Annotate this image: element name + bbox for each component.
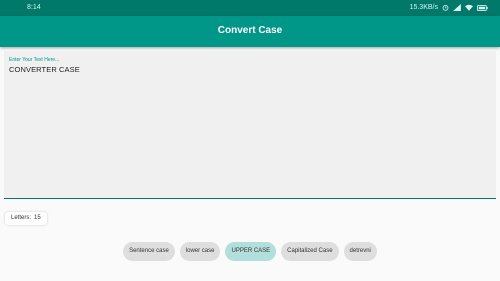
status-bar: 8:14 15.3KB/s (0, 0, 500, 16)
letter-counter-value: 15 (34, 215, 41, 221)
signal-icon (453, 4, 461, 11)
network-speed: 15.3KB/s (409, 4, 438, 11)
lower-case-button[interactable]: lower case (179, 242, 221, 261)
letter-counter: Letters: 15 (5, 212, 47, 225)
battery-icon (477, 4, 488, 11)
inverse-case-button[interactable]: detrevni (343, 242, 377, 261)
capitalized-case-button[interactable]: Capitalized Case (281, 242, 339, 261)
letter-counter-label: Letters: (11, 215, 32, 221)
case-buttons: Sentence case lower case UPPER CASE Capi… (0, 242, 500, 261)
sentence-case-button[interactable]: Sentence case (123, 242, 175, 261)
app-bar: Convert Case (0, 16, 500, 47)
alarm-icon (442, 4, 449, 11)
text-input-field[interactable]: Enter Your Text Here... CONVERTER CASE (4, 51, 496, 199)
text-input-hint: Enter Your Text Here... (9, 57, 60, 63)
text-input-value[interactable]: CONVERTER CASE (9, 65, 80, 74)
status-icons: 15.3KB/s (410, 4, 488, 11)
app-title: Convert Case (217, 25, 283, 36)
status-time: 8:14 (27, 4, 41, 11)
upper-case-button[interactable]: UPPER CASE (225, 242, 277, 261)
wifi-icon (465, 4, 473, 11)
